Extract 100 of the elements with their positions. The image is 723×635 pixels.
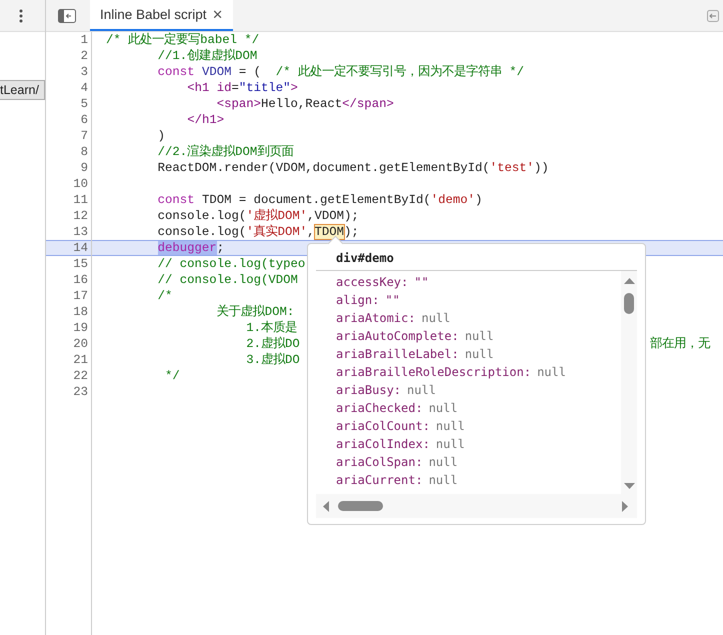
- code-token: const: [158, 65, 195, 79]
- code-token: ): [475, 193, 482, 207]
- line-number: 9: [80, 160, 89, 176]
- line-number: 23: [72, 384, 89, 400]
- code-token: </span>: [342, 97, 394, 111]
- line-number: 18: [72, 304, 89, 320]
- property-value: "": [385, 293, 400, 307]
- property-value: null: [407, 383, 436, 397]
- line-number: 20: [72, 336, 89, 352]
- code-token: 关于虚拟DOM:: [216, 305, 294, 319]
- property-value: "": [414, 275, 429, 289]
- code-token: );: [344, 225, 359, 239]
- code-token: 'demo': [430, 193, 475, 207]
- code-token: "title": [238, 81, 291, 95]
- property-name: accessKey:: [336, 275, 408, 289]
- code-token: 'test': [490, 161, 534, 175]
- line-number: 11: [72, 192, 89, 208]
- property-name: ariaColSpan:: [336, 455, 423, 469]
- property-value: null: [436, 419, 465, 433]
- code-token: 1.本质是: [246, 321, 297, 335]
- code-token: 3.虚拟DO: [246, 353, 300, 367]
- property-value: null: [436, 437, 465, 451]
- code-token: ): [158, 129, 166, 143]
- property-name: ariaCurrent:: [336, 473, 423, 487]
- property-value: null: [428, 455, 458, 469]
- code-token: //2.渲染虚拟DOM到页面: [158, 145, 294, 159]
- sidebar-toggle-icon[interactable]: [58, 8, 76, 22]
- code-token: ,: [307, 225, 315, 239]
- line-number: 13: [72, 224, 89, 240]
- property-name: ariaColIndex:: [336, 437, 430, 451]
- property-name: ariaAtomic:: [336, 311, 416, 325]
- code-token: ReactDOM.render(VDOM,document.getElementById(: [158, 161, 490, 175]
- line-number: 4: [80, 80, 89, 96]
- line-number: 1: [80, 32, 89, 48]
- editor-tab[interactable]: Inline Babel script ×: [90, 0, 232, 31]
- line-number: 8: [80, 144, 89, 160]
- property-name: ariaColCount:: [336, 419, 430, 433]
- scroll-right-icon[interactable]: [621, 500, 629, 512]
- code-token: // console.log(typeo: [158, 257, 306, 271]
- line-number: 10: [72, 176, 89, 192]
- more-options-icon[interactable]: [19, 8, 23, 22]
- property-value: null: [428, 401, 458, 415]
- code-token: =: [231, 81, 239, 95]
- code-token: 2.虚拟DO: [246, 337, 300, 351]
- code-token: id: [216, 81, 232, 95]
- property-name: ariaChecked:: [336, 401, 423, 415]
- code-token: //1.创建虚拟DOM: [158, 49, 258, 63]
- code-token: const: [158, 193, 195, 207]
- code-token: ;: [216, 241, 224, 255]
- code-token: console.log(: [158, 225, 246, 239]
- line-number: 16: [72, 272, 89, 288]
- code-token: console.log(: [158, 209, 246, 223]
- property-value: null: [464, 329, 494, 343]
- line-number: 12: [72, 208, 89, 224]
- line-number: 22: [72, 368, 89, 384]
- code-token: TDOM: [314, 225, 344, 239]
- scroll-left-icon[interactable]: [322, 500, 330, 512]
- property-name: ariaBusy:: [336, 383, 402, 397]
- code-token: '虚拟DOM': [246, 209, 308, 223]
- property-name: ariaBrailleRoleDescription:: [336, 365, 532, 379]
- code-token: /* 此处一定不要写引号，因为不是字符串 */: [276, 65, 524, 79]
- property-value: null: [537, 365, 566, 379]
- scroll-up-icon[interactable]: [624, 277, 634, 285]
- scrollbar-thumb[interactable]: [338, 501, 383, 511]
- close-tab-button[interactable]: ×: [212, 4, 222, 24]
- property-value: null: [464, 347, 494, 361]
- code-token: VDOM: [202, 65, 232, 79]
- line-number: 3: [80, 64, 89, 80]
- line-number: 19: [72, 320, 89, 336]
- property-name: align:: [336, 293, 380, 307]
- code-token: </h1>: [187, 113, 224, 127]
- code-token: ,VDOM);: [307, 209, 359, 223]
- line-number: 15: [72, 256, 89, 272]
- line-number: 7: [80, 128, 89, 144]
- scroll-down-icon[interactable]: [624, 482, 634, 490]
- code-token: debugger: [158, 241, 217, 255]
- code-token: = (: [238, 65, 262, 79]
- code-token: /* 此处一定要写babel */: [106, 33, 260, 47]
- property-value: null: [421, 311, 450, 325]
- line-number: 2: [80, 48, 89, 64]
- code-token: >: [290, 81, 298, 95]
- line-number: 21: [72, 352, 89, 368]
- property-name: ariaBrailleLabel:: [336, 347, 459, 361]
- code-token: */: [165, 369, 180, 383]
- code-token: )): [534, 161, 549, 175]
- code-token: /*: [158, 289, 172, 303]
- scrollbar-thumb[interactable]: [624, 293, 634, 314]
- code-token: // console.log(VDOM: [158, 273, 298, 287]
- property-name: ariaAutoComplete:: [336, 329, 459, 343]
- panel-toggle-icon[interactable]: [707, 10, 719, 22]
- code-token: Hello,React: [260, 97, 342, 111]
- code-token: <span>: [216, 97, 261, 111]
- file-path-button[interactable]: tLearn/: [0, 80, 45, 100]
- popover-title: div#demo: [316, 244, 637, 271]
- code-token: '真实DOM': [246, 225, 308, 239]
- property-value: null: [428, 473, 458, 487]
- code-token: <h1: [187, 81, 210, 95]
- line-number: 17: [72, 288, 89, 304]
- line-number: 14: [46, 240, 91, 256]
- line-number: 6: [80, 112, 89, 128]
